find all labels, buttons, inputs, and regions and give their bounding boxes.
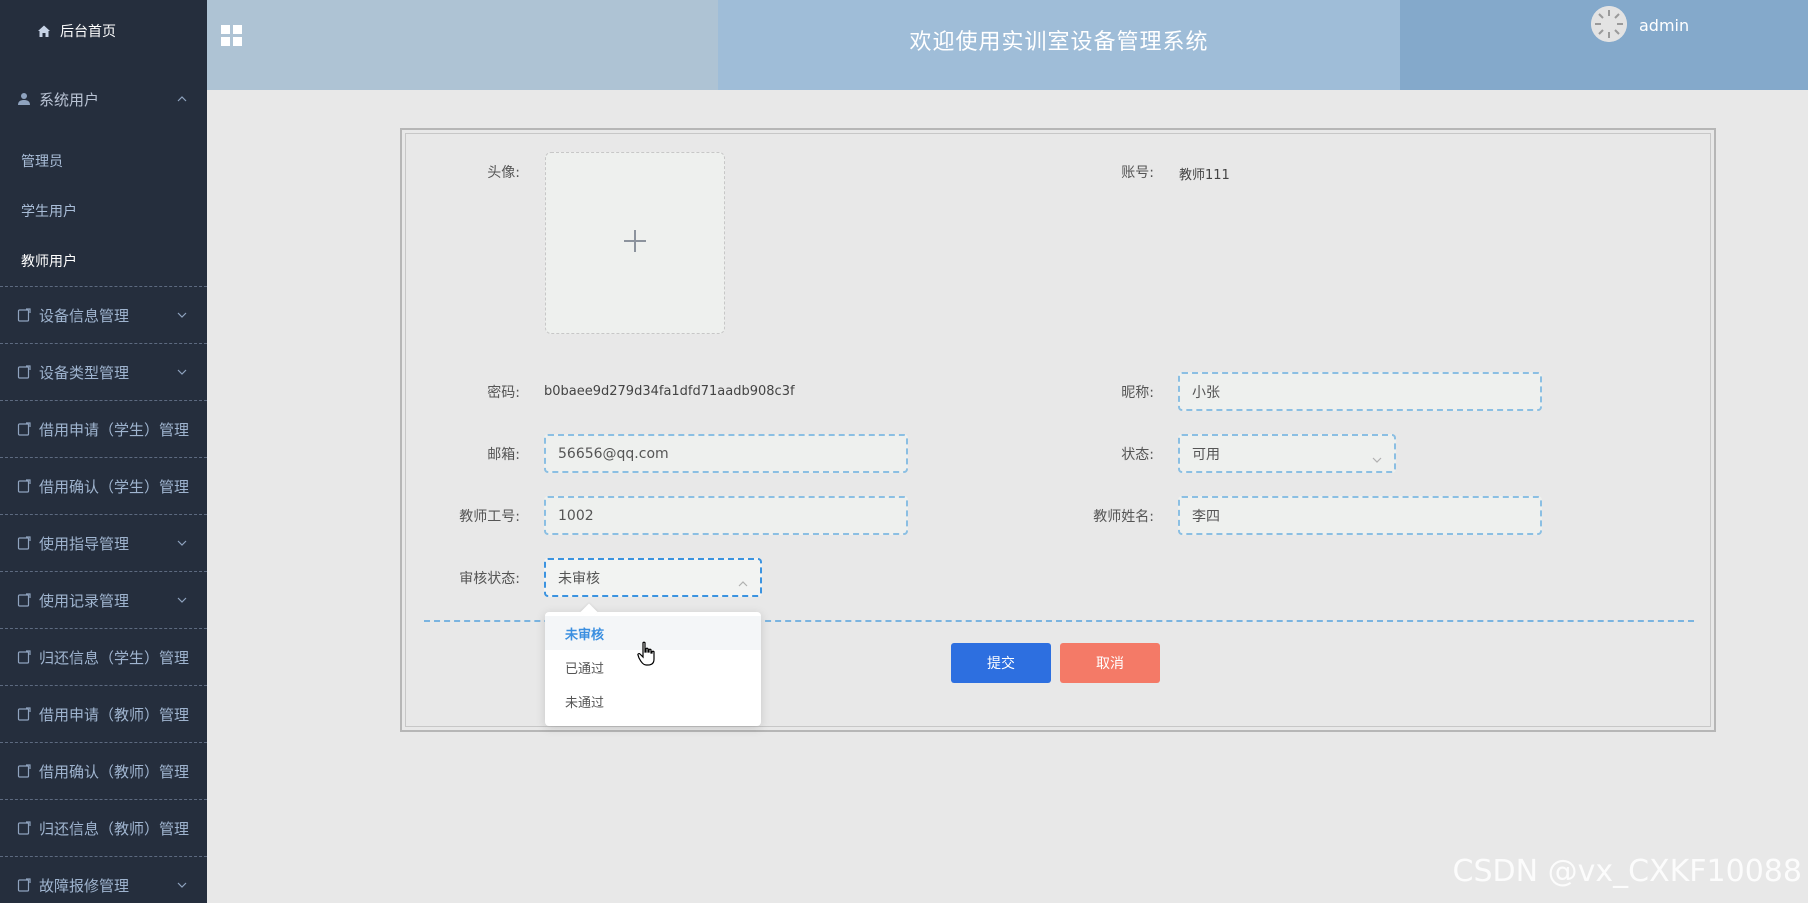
teacher-no-input[interactable]: 1002 — [544, 496, 908, 535]
sidebar-subitem-admin[interactable]: 管理员 — [0, 136, 207, 186]
nickname-input[interactable]: 小张 — [1178, 372, 1542, 411]
sidebar-subitem-teacher-users[interactable]: 教师用户 — [0, 236, 207, 286]
submit-button[interactable]: 提交 — [951, 643, 1051, 683]
chevron-down-icon — [177, 310, 187, 320]
avatar[interactable] — [1591, 6, 1627, 42]
chevron-down-icon — [177, 880, 187, 890]
sidebar-item-label: 借用确认（学生）管理 — [39, 477, 190, 496]
sidebar-item-label: 设备类型管理 — [39, 363, 130, 382]
user-icon — [16, 91, 32, 107]
nickname-label: 昵称: — [1121, 385, 1154, 401]
avatar-label: 头像: — [487, 165, 520, 181]
avatar-upload[interactable] — [545, 152, 725, 334]
sidebar-item-label: 借用申请（学生）管理 — [39, 420, 190, 439]
account-label: 账号: — [1121, 165, 1154, 181]
chevron-up-icon — [177, 94, 187, 104]
email-input[interactable]: 56656@qq.com — [544, 434, 908, 473]
sidebar-item-label: 归还信息（教师）管理 — [39, 819, 190, 838]
account-value: 教师111 — [1179, 168, 1230, 183]
sidebar-subitem-student-users[interactable]: 学生用户 — [0, 186, 207, 236]
sidebar-item-borrow-confirm-student[interactable]: 借用确认（学生）管理 — [0, 457, 207, 514]
menu-grid-icon[interactable] — [221, 25, 243, 47]
document-icon — [16, 820, 32, 836]
sidebar-item-label: 使用记录管理 — [39, 591, 130, 610]
status-value: 可用 — [1192, 446, 1220, 463]
review-status-dropdown: 未审核 已通过 未通过 — [545, 603, 761, 726]
sidebar-item-return-teacher[interactable]: 归还信息（教师）管理 — [0, 799, 207, 856]
cancel-button[interactable]: 取消 — [1060, 643, 1160, 683]
status-label: 状态: — [1121, 447, 1154, 463]
review-status-select[interactable]: 未审核 — [544, 558, 762, 597]
email-label: 邮箱: — [487, 447, 520, 463]
page-title: 欢迎使用实训室设备管理系统 — [909, 30, 1209, 55]
home-icon — [36, 23, 52, 39]
chevron-down-icon — [177, 595, 187, 605]
dropdown-option-rejected[interactable]: 未通过 — [545, 684, 761, 718]
sidebar-subitem-label: 管理员 — [21, 154, 63, 170]
top-header: 欢迎使用实训室设备管理系统 admin — [207, 0, 1808, 90]
document-icon — [16, 763, 32, 779]
document-icon — [16, 364, 32, 380]
sidebar-item-label: 借用申请（教师）管理 — [39, 705, 190, 724]
document-icon — [16, 592, 32, 608]
sidebar-item-label: 归还信息（学生）管理 — [39, 648, 190, 667]
plus-icon — [622, 228, 648, 258]
document-icon — [16, 535, 32, 551]
teacher-no-label: 教师工号: — [459, 509, 520, 525]
watermark: CSDN @vx_CXKF10088 — [1452, 854, 1802, 889]
password-value: b0baee9d279d34fa1dfd71aadb908c3f — [544, 384, 795, 399]
chevron-down-icon — [177, 538, 187, 548]
sidebar-item-return-student[interactable]: 归还信息（学生）管理 — [0, 628, 207, 685]
document-icon — [16, 706, 32, 722]
sidebar-item-usage-record[interactable]: 使用记录管理 — [0, 571, 207, 628]
document-icon — [16, 307, 32, 323]
review-status-value: 未审核 — [558, 570, 600, 587]
chevron-down-icon — [177, 367, 187, 377]
chevron-down-icon — [1372, 451, 1382, 463]
sidebar-item-borrow-apply-student[interactable]: 借用申请（学生）管理 — [0, 400, 207, 457]
document-icon — [16, 649, 32, 665]
teacher-no-value: 1002 — [558, 507, 594, 524]
sidebar-home-label: 后台首页 — [60, 24, 116, 40]
sidebar: 后台首页 系统用户 管理员 学生用户 教师用户 设备信息管理 设备类型管理 借用… — [0, 0, 207, 903]
sidebar-item-device-type[interactable]: 设备类型管理 — [0, 343, 207, 400]
nickname-value: 小张 — [1192, 384, 1220, 401]
sidebar-subitem-label: 学生用户 — [21, 204, 77, 220]
teacher-name-label: 教师姓名: — [1093, 509, 1154, 525]
sidebar-item-fault-repair[interactable]: 故障报修管理 — [0, 856, 207, 903]
teacher-name-value: 李四 — [1192, 508, 1220, 525]
password-label: 密码: — [487, 385, 520, 401]
sidebar-item-label: 系统用户 — [39, 90, 100, 109]
sidebar-home[interactable]: 后台首页 — [0, 0, 207, 62]
teacher-name-input[interactable]: 李四 — [1178, 496, 1542, 535]
sidebar-subitem-label: 教师用户 — [21, 254, 77, 270]
sidebar-item-borrow-confirm-teacher[interactable]: 借用确认（教师）管理 — [0, 742, 207, 799]
sidebar-item-device-info[interactable]: 设备信息管理 — [0, 286, 207, 343]
sidebar-item-label: 故障报修管理 — [39, 876, 130, 895]
sidebar-item-label: 借用确认（教师）管理 — [39, 762, 190, 781]
hand-cursor-icon — [637, 641, 657, 667]
review-status-label: 审核状态: — [459, 571, 520, 587]
email-value: 56656@qq.com — [558, 445, 669, 462]
sidebar-item-borrow-apply-teacher[interactable]: 借用申请（教师）管理 — [0, 685, 207, 742]
status-select[interactable]: 可用 — [1178, 434, 1396, 473]
sidebar-item-label: 设备信息管理 — [39, 306, 130, 325]
document-icon — [16, 421, 32, 437]
document-icon — [16, 478, 32, 494]
document-icon — [16, 877, 32, 893]
chevron-up-icon — [738, 575, 748, 586]
username[interactable]: admin — [1639, 16, 1689, 35]
sidebar-item-usage-guide[interactable]: 使用指导管理 — [0, 514, 207, 571]
sidebar-item-system-users[interactable]: 系统用户 — [0, 62, 207, 136]
header-segment-left — [207, 0, 718, 90]
sidebar-item-label: 使用指导管理 — [39, 534, 130, 553]
